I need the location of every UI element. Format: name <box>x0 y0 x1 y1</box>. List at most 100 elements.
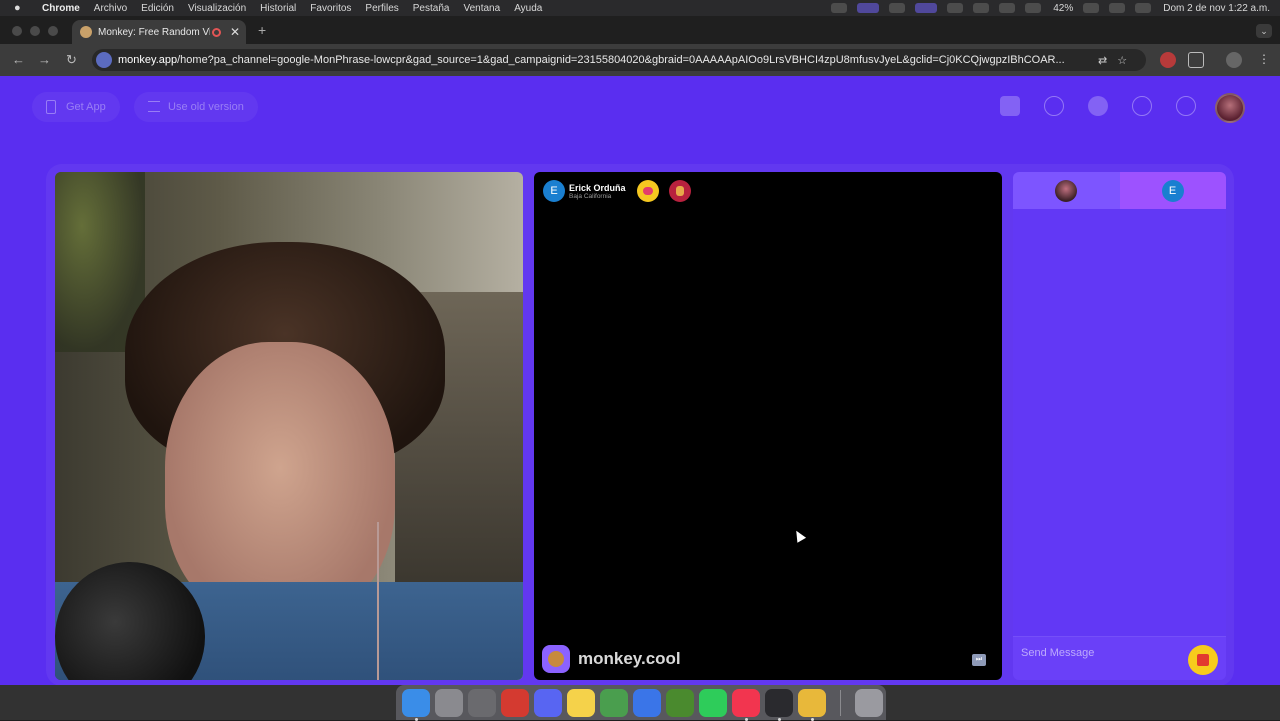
macos-dock <box>0 685 1280 721</box>
bluetooth-icon[interactable] <box>1025 3 1042 13</box>
remote-video: E Erick Orduña Baja California monkey.co… <box>534 172 1002 680</box>
extensions-puzzle-icon[interactable] <box>1188 52 1204 68</box>
extension-icon[interactable] <box>1160 52 1176 68</box>
menu-perfiles[interactable]: Perfiles <box>365 3 398 14</box>
dock-screenshot-icon[interactable] <box>468 688 496 717</box>
running-indicator <box>745 717 748 721</box>
dock-obs-icon[interactable] <box>765 688 793 721</box>
screen-record-icon[interactable] <box>857 3 880 13</box>
browser-tab[interactable]: Monkey: Free Random Vic ✕ <box>72 20 246 44</box>
self-camera-feed <box>55 172 523 680</box>
dock-settings-icon[interactable] <box>435 688 463 717</box>
site-info-icon[interactable] <box>96 52 112 68</box>
back-icon[interactable]: ← <box>12 52 25 67</box>
menu-ayuda[interactable]: Ayuda <box>514 3 542 14</box>
menu-edicion[interactable]: Edición <box>141 3 174 14</box>
monkey-logo-icon <box>542 645 570 673</box>
dock-roblox-icon[interactable] <box>633 688 661 717</box>
close-tab-icon[interactable]: ✕ <box>230 25 240 39</box>
use-old-version-button[interactable]: Use old version <box>134 92 258 122</box>
dock-todoist-icon[interactable] <box>501 688 529 717</box>
menu-favoritos[interactable]: Favoritos <box>310 3 351 14</box>
zoom-window-icon[interactable] <box>48 26 58 36</box>
tab-title: Monkey: Free Random Vic <box>98 26 210 38</box>
peer-avatar-small: E <box>1161 180 1184 202</box>
menu-visualizacion[interactable]: Visualización <box>188 3 246 14</box>
menu-archivo[interactable]: Archivo <box>94 3 127 14</box>
microphone <box>55 562 205 680</box>
status-icon[interactable] <box>889 3 906 13</box>
dock-discord-icon[interactable] <box>534 688 562 717</box>
close-window-icon[interactable] <box>12 26 22 36</box>
status-icon[interactable] <box>999 3 1016 13</box>
wifi-icon[interactable] <box>1135 3 1152 13</box>
browser-toolbar: ← → ↻ monkey.app/home?pa_channel=google-… <box>0 44 1280 76</box>
chat-tabs: E <box>1013 172 1226 209</box>
chat-icon[interactable] <box>1176 96 1196 116</box>
menu-historial[interactable]: Historial <box>260 3 296 14</box>
display-icon[interactable] <box>915 3 938 13</box>
gift-box-icon[interactable] <box>1000 96 1020 116</box>
address-bar[interactable]: monkey.app/home?pa_channel=google-MonPhr… <box>92 49 1146 71</box>
reload-icon[interactable]: ↻ <box>66 52 77 68</box>
self-avatar <box>1055 180 1077 202</box>
monkey-watermark: monkey.cool <box>542 645 681 673</box>
peer-avatar: E <box>543 180 565 202</box>
translate-icon[interactable]: ⇄ <box>1098 54 1107 67</box>
tab-self[interactable] <box>1013 172 1120 209</box>
new-tab-icon[interactable]: + <box>258 22 266 38</box>
skip-icon[interactable]: ⏭ <box>972 654 986 666</box>
recording-indicator-icon <box>212 27 221 37</box>
dock-notes-icon[interactable] <box>567 688 595 717</box>
battery-icon[interactable] <box>1083 3 1100 13</box>
dock-finder-icon[interactable] <box>402 688 430 721</box>
clock[interactable]: Dom 2 de nov 1:22 a.m. <box>1163 3 1270 14</box>
headphones-icon[interactable] <box>973 3 990 13</box>
tab-peer[interactable]: E <box>1119 172 1226 209</box>
reward-badge-icon[interactable] <box>669 180 691 202</box>
peer-name: Erick Orduña <box>569 182 626 193</box>
menu-pestana[interactable]: Pestaña <box>413 3 450 14</box>
watermark-text: monkey.cool <box>578 649 681 668</box>
message-composer <box>1013 636 1226 680</box>
phone-icon <box>46 100 56 114</box>
get-app-button[interactable]: Get App <box>32 92 120 122</box>
dock-minecraft-icon[interactable] <box>666 688 694 717</box>
menu-ventana[interactable]: Ventana <box>463 3 500 14</box>
dock-maps-icon[interactable] <box>600 688 628 717</box>
url-text[interactable]: monkey.app/home?pa_channel=google-MonPhr… <box>118 54 1088 66</box>
person-face <box>165 342 395 622</box>
get-app-label: Get App <box>66 101 106 113</box>
status-icon[interactable] <box>831 3 848 13</box>
dock-music-icon[interactable] <box>732 688 760 721</box>
tab-strip: Monkey: Free Random Vic ✕ + ⌄ <box>0 16 1280 44</box>
status-icon[interactable] <box>947 3 964 13</box>
search-icon[interactable] <box>1109 3 1126 13</box>
history-icon[interactable] <box>1132 96 1152 116</box>
user-avatar[interactable] <box>1215 93 1245 123</box>
earphone-wire <box>377 522 379 680</box>
profile-icon[interactable] <box>1226 52 1242 68</box>
menu-app-name[interactable]: Chrome <box>42 3 80 14</box>
macos-menu-bar: ● Chrome Archivo Edición Visualización H… <box>0 0 1280 16</box>
peer-info[interactable]: E Erick Orduña Baja California <box>543 180 626 202</box>
chrome-menu-icon[interactable]: ⋮ <box>1258 52 1270 66</box>
dock-chrome-icon[interactable] <box>798 688 826 721</box>
switch-icon <box>148 101 160 112</box>
bookmark-star-icon[interactable]: ☆ <box>1117 54 1127 67</box>
dock-whatsapp-icon[interactable] <box>699 688 727 717</box>
search-icon[interactable] <box>1044 96 1064 116</box>
send-message-input[interactable] <box>1021 643 1181 663</box>
apple-menu-icon[interactable]: ● <box>14 2 28 14</box>
running-indicator <box>778 717 781 721</box>
coin-icon[interactable] <box>1088 96 1108 116</box>
mouse-cursor-icon <box>791 528 807 543</box>
minimize-window-icon[interactable] <box>30 26 40 36</box>
gift-button[interactable] <box>1188 645 1218 675</box>
forward-icon[interactable]: → <box>38 52 51 67</box>
monkey-favicon-icon <box>80 26 92 38</box>
heart-badge-icon[interactable] <box>637 180 659 202</box>
dock-trash-icon[interactable] <box>855 688 883 717</box>
battery-percent: 42% <box>1053 2 1074 14</box>
tab-search-icon[interactable]: ⌄ <box>1256 24 1272 38</box>
